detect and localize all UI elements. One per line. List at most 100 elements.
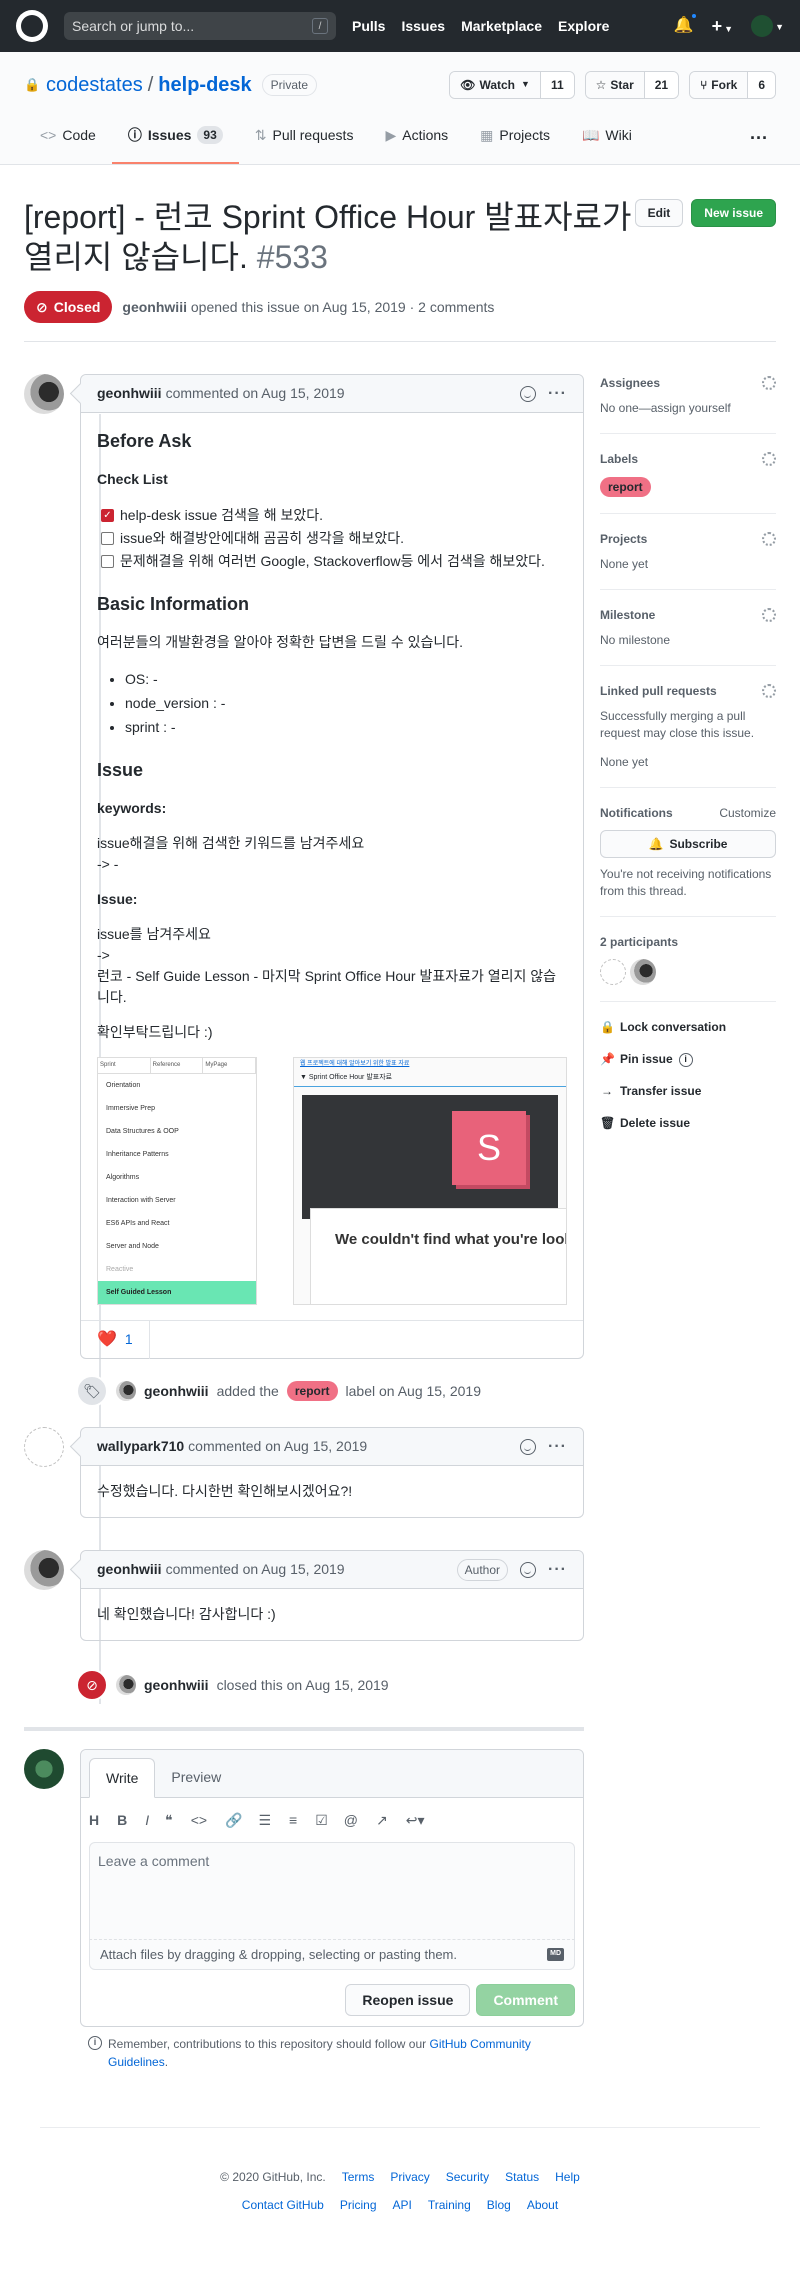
footer-link-security[interactable]: Security — [446, 2168, 489, 2186]
file-attach-zone[interactable]: Attach files by dragging & dropping, sel… — [89, 1940, 575, 1970]
add-reaction-icon[interactable] — [520, 385, 537, 402]
comment-timestamp[interactable]: commented on Aug 15, 2019 — [166, 383, 345, 404]
quote-icon[interactable]: ❝ — [165, 1810, 173, 1831]
participant-avatar[interactable] — [600, 959, 626, 985]
code-icon[interactable]: <> — [191, 1810, 207, 1831]
markdown-icon[interactable]: MD — [547, 1948, 564, 1961]
pin-issue-button[interactable]: 📌 Pin issue i — [600, 1050, 776, 1068]
unordered-list-icon[interactable]: ☰ — [258, 1810, 271, 1831]
label-badge[interactable]: report — [286, 1381, 338, 1401]
delete-issue-button[interactable]: 🗑 Delete issue — [600, 1114, 776, 1132]
transfer-issue-button[interactable]: → Transfer issue — [600, 1082, 776, 1100]
tab-write[interactable]: Write — [89, 1758, 156, 1798]
gear-icon[interactable] — [762, 608, 776, 622]
edit-button[interactable]: Edit — [634, 199, 684, 227]
tab-preview[interactable]: Preview — [155, 1757, 237, 1797]
watch-count[interactable]: 11 — [540, 72, 574, 98]
label-badge[interactable]: report — [600, 477, 651, 497]
avatar[interactable] — [24, 1427, 64, 1467]
comment-author-link[interactable]: wallypark710 — [97, 1436, 184, 1457]
more-options-icon[interactable]: ··· — [548, 1558, 567, 1582]
mention-icon[interactable]: @ — [344, 1810, 358, 1831]
checkbox[interactable] — [101, 532, 114, 545]
participant-avatar[interactable] — [630, 959, 656, 985]
repo-name-link[interactable]: help-desk — [158, 70, 251, 100]
notifications-bell-icon[interactable]: 🔔 — [674, 12, 698, 38]
watch-button-group: 👁 Watch ▼ 11 — [449, 71, 575, 99]
avatar[interactable] — [116, 1675, 136, 1695]
tab-pull-requests[interactable]: ⇅ Pull requests — [239, 120, 370, 164]
nav-pulls[interactable]: Pulls — [352, 16, 385, 37]
more-options-icon[interactable]: ··· — [548, 382, 567, 406]
screenshot-menu-item: Algorithms — [106, 1174, 140, 1181]
avatar[interactable] — [116, 1381, 136, 1401]
reply-icon[interactable]: ↩▾ — [406, 1810, 425, 1831]
fork-count[interactable]: 6 — [748, 72, 775, 98]
gear-icon[interactable] — [762, 376, 776, 390]
tab-projects[interactable]: ▦ Projects — [464, 120, 566, 164]
checkbox[interactable] — [101, 555, 114, 568]
footer-link-blog[interactable]: Blog — [487, 2196, 511, 2214]
tab-wiki[interactable]: 📖 Wiki — [566, 120, 648, 164]
footer-link-privacy[interactable]: Privacy — [390, 2168, 429, 2186]
attached-screenshot[interactable]: Sprint Reference MyPage Orientation Imme… — [97, 1057, 567, 1305]
comment-author-link[interactable]: geonhwiii — [97, 1559, 162, 1580]
info-icon[interactable]: i — [678, 1052, 693, 1067]
tab-issues[interactable]: ⓘ Issues 93 — [111, 120, 239, 164]
footer-link-pricing[interactable]: Pricing — [340, 2196, 377, 2214]
comment-timestamp[interactable]: commented on Aug 15, 2019 — [166, 1559, 345, 1580]
comment-timestamp[interactable]: commented on Aug 15, 2019 — [188, 1436, 367, 1457]
create-new-menu[interactable]: + ▼ — [712, 13, 733, 40]
task-list-icon[interactable]: ☑ — [315, 1810, 328, 1831]
footer-link-api[interactable]: API — [393, 2196, 412, 2214]
footer-link-training[interactable]: Training — [428, 2196, 471, 2214]
heart-reaction[interactable]: ❤️ 1 — [81, 1320, 150, 1359]
cross-reference-icon[interactable]: ↗ — [376, 1810, 388, 1831]
more-options-icon[interactable]: ··· — [548, 1435, 567, 1459]
ordered-list-icon[interactable]: ≡ — [289, 1810, 297, 1831]
comment-author-link[interactable]: geonhwiii — [97, 383, 162, 404]
footer-link-status[interactable]: Status — [505, 2168, 539, 2186]
new-issue-button[interactable]: New issue — [691, 199, 776, 227]
footer-link-help[interactable]: Help — [555, 2168, 580, 2186]
github-logo-icon[interactable] — [16, 10, 48, 42]
repo-owner-link[interactable]: codestates — [46, 70, 143, 100]
comment-textarea[interactable]: Leave a comment — [89, 1842, 575, 1940]
lock-conversation-button[interactable]: 🔒 Lock conversation — [600, 1018, 776, 1036]
heading-icon[interactable]: H — [89, 1810, 99, 1831]
nav-explore[interactable]: Explore — [558, 16, 609, 37]
more-tabs-icon[interactable]: ··· — [742, 125, 776, 164]
avatar[interactable] — [24, 1550, 64, 1590]
add-reaction-icon[interactable] — [520, 1561, 537, 1578]
star-count[interactable]: 21 — [644, 72, 679, 98]
add-reaction-icon[interactable] — [520, 1438, 537, 1455]
comment-button[interactable]: Comment — [476, 1984, 575, 2016]
avatar[interactable] — [24, 374, 64, 414]
assign-yourself-link[interactable]: No one—assign yourself — [600, 400, 776, 417]
tab-actions[interactable]: ▶ Actions — [369, 120, 464, 164]
italic-icon[interactable]: I — [145, 1810, 149, 1831]
checkbox-checked[interactable]: ✓ — [101, 509, 114, 522]
gear-icon[interactable] — [762, 532, 776, 546]
link-icon[interactable]: 🔗 — [225, 1810, 242, 1831]
bold-icon[interactable]: B — [117, 1810, 127, 1831]
footer-link-contact[interactable]: Contact GitHub — [242, 2196, 324, 2214]
event-actor-link[interactable]: geonhwiii — [144, 1675, 209, 1696]
user-menu[interactable]: ▼ — [751, 15, 784, 38]
watch-button[interactable]: 👁 Watch ▼ — [450, 72, 541, 98]
footer-link-about[interactable]: About — [527, 2196, 558, 2214]
fork-button[interactable]: ⑂ Fork — [690, 72, 749, 98]
issue-author-link[interactable]: geonhwiii — [122, 299, 187, 315]
gear-icon[interactable] — [762, 684, 776, 698]
event-actor-link[interactable]: geonhwiii — [144, 1381, 209, 1402]
reopen-issue-button[interactable]: Reopen issue — [345, 1984, 471, 2016]
star-button[interactable]: ☆ Star — [585, 72, 645, 98]
customize-link[interactable]: Customize — [719, 804, 776, 822]
gear-icon[interactable] — [762, 452, 776, 466]
nav-issues[interactable]: Issues — [401, 16, 445, 37]
subscribe-button[interactable]: 🔔 Subscribe — [600, 830, 776, 858]
tab-code[interactable]: <> Code — [24, 120, 112, 164]
nav-marketplace[interactable]: Marketplace — [461, 16, 542, 37]
search-input[interactable]: Search or jump to... / — [64, 12, 336, 40]
footer-link-terms[interactable]: Terms — [342, 2168, 375, 2186]
